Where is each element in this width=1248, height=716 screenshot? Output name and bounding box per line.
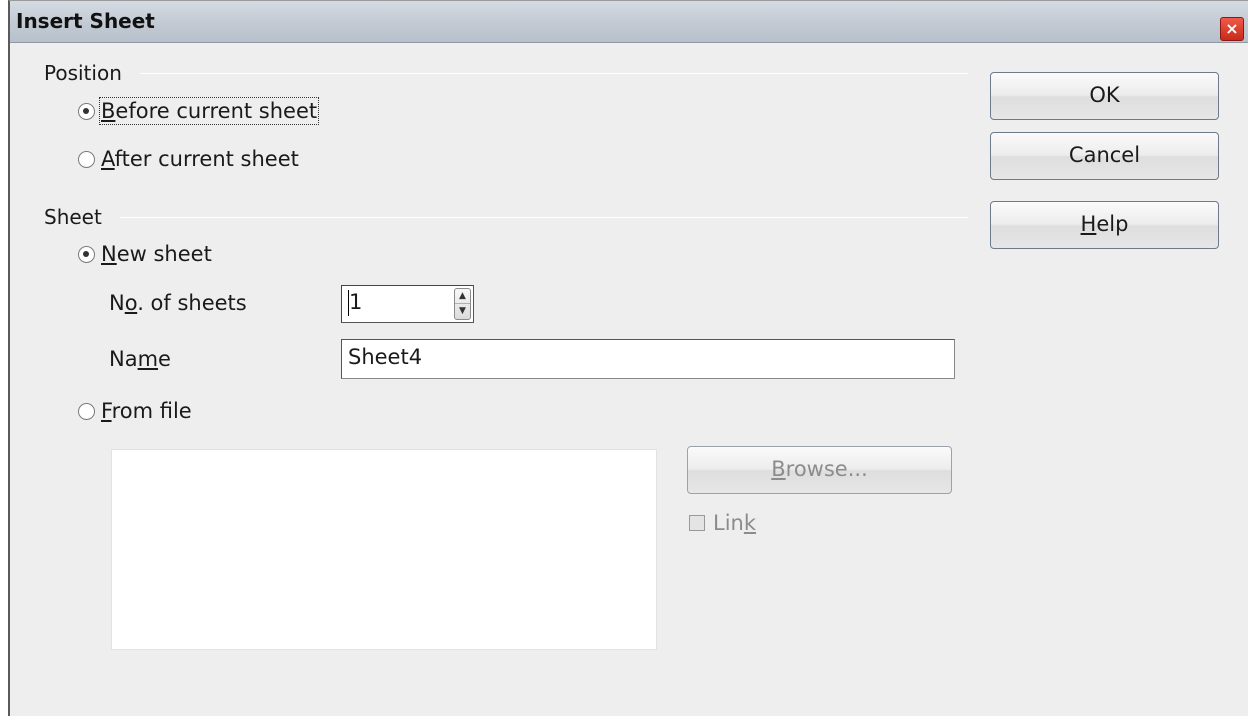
cancel-button[interactable]: Cancel bbox=[990, 132, 1219, 180]
title-bar[interactable]: Insert Sheet × bbox=[10, 1, 1248, 43]
dialog-title: Insert Sheet bbox=[16, 9, 155, 33]
sheet-group-divider bbox=[120, 217, 968, 218]
radio-new-sheet[interactable]: New sheet bbox=[78, 242, 212, 266]
radio-before-label: Before current sheet bbox=[98, 97, 320, 125]
position-group-label: Position bbox=[44, 61, 122, 85]
no-of-sheets-label: No. of sheets bbox=[109, 291, 247, 315]
browse-button[interactable]: Browse... bbox=[687, 446, 952, 494]
radio-from-file-label: From file bbox=[101, 399, 192, 423]
help-button[interactable]: Help bbox=[990, 201, 1219, 249]
radio-new-sheet-label: New sheet bbox=[101, 242, 212, 266]
radio-from-file[interactable]: From file bbox=[78, 399, 192, 423]
name-label: Name bbox=[109, 347, 171, 371]
sheet-group-label: Sheet bbox=[44, 205, 102, 229]
insert-sheet-dialog: Insert Sheet × Position Before current s… bbox=[8, 0, 1248, 716]
radio-before-current-sheet[interactable]: Before current sheet bbox=[78, 97, 320, 125]
link-label: Link bbox=[713, 511, 757, 535]
file-list-box[interactable] bbox=[111, 449, 657, 650]
radio-checked-icon[interactable] bbox=[78, 102, 95, 120]
sheet-name-input[interactable]: Sheet4 bbox=[341, 339, 955, 379]
no-of-sheets-value: 1 bbox=[349, 290, 363, 314]
spin-down-icon[interactable]: ▼ bbox=[455, 304, 470, 319]
ok-button[interactable]: OK bbox=[990, 72, 1219, 120]
radio-after-label: After current sheet bbox=[101, 147, 299, 171]
position-group-divider bbox=[140, 73, 968, 74]
spin-up-icon[interactable]: ▲ bbox=[455, 289, 470, 304]
link-checkbox[interactable]: Link bbox=[689, 511, 756, 535]
radio-unchecked-icon[interactable] bbox=[78, 402, 95, 420]
no-of-sheets-spinbox[interactable]: 1 ▲ ▼ bbox=[341, 285, 474, 323]
close-icon[interactable]: × bbox=[1220, 17, 1244, 41]
radio-unchecked-icon[interactable] bbox=[78, 150, 95, 168]
radio-checked-icon[interactable] bbox=[78, 245, 95, 263]
checkbox-icon[interactable] bbox=[689, 515, 705, 531]
radio-after-current-sheet[interactable]: After current sheet bbox=[78, 147, 299, 171]
spin-buttons: ▲ ▼ bbox=[454, 288, 471, 320]
